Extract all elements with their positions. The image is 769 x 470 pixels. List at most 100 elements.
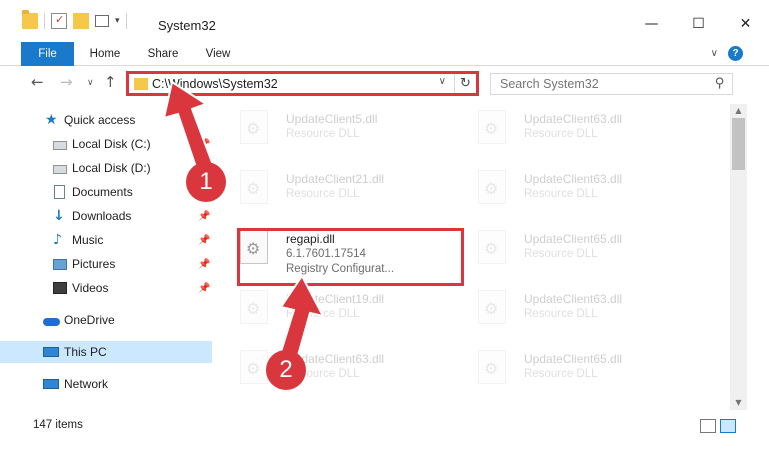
star-icon: ★ (45, 112, 58, 128)
ribbon: File Home Share View ∨ ? (0, 42, 769, 66)
sidebar-item-documents[interactable]: Documents 📌 (0, 181, 212, 203)
scroll-up-icon[interactable]: ▲ (730, 104, 747, 118)
sidebar-item-label: Music (72, 233, 104, 247)
sidebar-item-label: This PC (64, 345, 107, 359)
file-item[interactable]: UpdateClient63.dll Resource DLL (452, 164, 682, 224)
file-description: Resource DLL (524, 308, 598, 320)
file-item[interactable]: UpdateClient19.dll Resource DLL (214, 284, 444, 344)
sidebar-item-quick-access[interactable]: ★ Quick access (0, 109, 212, 131)
music-icon: ♪ (53, 232, 62, 248)
pin-icon[interactable]: 📌 (198, 259, 210, 270)
recent-locations-icon[interactable]: ∨ (87, 78, 94, 88)
sidebar-item-local-disk-c[interactable]: Local Disk (C:) 📌 (0, 133, 212, 155)
pin-icon[interactable]: 📌 (198, 235, 210, 246)
sidebar-item-onedrive[interactable]: OneDrive (0, 309, 212, 331)
sidebar-item-network[interactable]: Network (0, 373, 212, 395)
dll-file-icon (478, 350, 506, 384)
expand-ribbon-icon[interactable]: ∨ (711, 48, 718, 59)
sidebar-item-label: Network (64, 377, 109, 391)
downloads-icon: ↓ (53, 208, 65, 224)
file-highlight-box (237, 228, 464, 286)
forward-arrow-icon[interactable]: → (60, 73, 73, 91)
sidebar-item-pictures[interactable]: Pictures 📌 (0, 253, 212, 275)
step-badge-1: 1 (186, 162, 226, 202)
tab-file[interactable]: File (21, 42, 74, 66)
customize-toolbar-icon[interactable]: ▾ (115, 16, 120, 26)
dll-file-icon (478, 290, 506, 324)
file-description: Resource DLL (524, 248, 598, 260)
dll-file-icon (478, 230, 506, 264)
sidebar-item-label: Documents (72, 185, 133, 199)
file-name: UpdateClient65.dll (524, 352, 623, 366)
pin-icon[interactable]: 📌 (198, 139, 210, 150)
folder-icon (22, 10, 38, 29)
item-count: 147 items (33, 419, 83, 431)
file-name: UpdateClient63.dll (524, 292, 623, 306)
videos-icon (53, 282, 67, 294)
tab-view[interactable]: View (203, 42, 233, 66)
back-arrow-icon[interactable]: ← (31, 73, 44, 91)
refresh-icon[interactable]: ↻ (454, 74, 476, 93)
sidebar-item-local-disk-d[interactable]: Local Disk (D:) (0, 157, 212, 179)
pin-icon[interactable]: 📌 (198, 211, 210, 222)
sidebar-item-label: Quick access (64, 113, 136, 127)
maximize-button[interactable]: ☐ (675, 12, 722, 36)
minimize-button[interactable]: — (628, 12, 675, 36)
address-bar[interactable]: C:\Windows\System32 ∨ ↻ (126, 71, 479, 96)
file-name: UpdateClient63.dll (524, 172, 623, 186)
sidebar-item-label: Local Disk (C:) (72, 137, 151, 151)
sidebar-item-label: Videos (72, 281, 109, 295)
file-item[interactable]: UpdateClient5.dll Resource DLL (214, 104, 444, 164)
quick-access-toolbar: ▾ (22, 10, 127, 29)
dll-file-icon (240, 350, 268, 384)
sidebar-item-music[interactable]: ♪ Music 📌 (0, 229, 212, 251)
search-box[interactable]: Search System32 ⚲ (490, 73, 733, 95)
search-icon[interactable]: ⚲ (715, 76, 725, 91)
step-badge-2: 2 (266, 350, 306, 390)
close-button[interactable]: ✕ (722, 12, 769, 36)
scroll-down-icon[interactable]: ▼ (730, 396, 747, 410)
file-item[interactable]: UpdateClient63.dll Resource DLL (452, 284, 682, 344)
file-item[interactable]: UpdateClient63.dll Resource DLL (452, 104, 682, 164)
new-folder-icon[interactable] (73, 13, 89, 29)
up-arrow-icon[interactable]: ↑ (104, 73, 117, 91)
tab-home[interactable]: Home (88, 42, 122, 66)
address-dropdown-icon[interactable]: ∨ (439, 76, 446, 87)
sidebar-item-label: OneDrive (64, 313, 115, 327)
file-item[interactable]: UpdateClient65.dll Resource DLL (452, 344, 682, 404)
dll-file-icon (478, 110, 506, 144)
details-view-icon[interactable] (700, 419, 716, 433)
file-item[interactable]: UpdateClient63.dll Resource DLL (214, 344, 444, 404)
status-bar: 147 items (0, 416, 769, 438)
sidebar-item-this-pc[interactable]: This PC (0, 341, 212, 363)
vertical-scrollbar[interactable]: ▲ ▼ (730, 104, 747, 410)
file-description: Resource DLL (286, 308, 360, 320)
tab-share[interactable]: Share (146, 42, 180, 66)
view-icon[interactable] (95, 15, 109, 27)
scroll-thumb[interactable] (732, 118, 745, 170)
file-name: UpdateClient65.dll (524, 232, 623, 246)
help-icon[interactable]: ? (728, 46, 743, 61)
file-item[interactable]: UpdateClient65.dll Resource DLL (452, 224, 682, 284)
sidebar-item-label: Pictures (72, 257, 116, 271)
sidebar-item-videos[interactable]: Videos 📌 (0, 277, 212, 299)
folder-icon (134, 78, 148, 90)
pin-icon[interactable]: 📌 (198, 283, 210, 294)
dll-file-icon (240, 170, 268, 204)
toolbar-divider (44, 13, 45, 29)
address-path[interactable]: C:\Windows\System32 (152, 77, 278, 91)
file-name: UpdateClient21.dll (286, 172, 385, 186)
onedrive-icon (43, 318, 60, 326)
sidebar-item-downloads[interactable]: ↓ Downloads 📌 (0, 205, 212, 227)
window-controls: — ☐ ✕ (628, 12, 769, 36)
file-item[interactable]: UpdateClient21.dll Resource DLL (214, 164, 444, 224)
tiles-view-icon[interactable] (720, 419, 736, 433)
title-bar: ▾ System32 — ☐ ✕ (0, 0, 769, 38)
pictures-icon (53, 258, 67, 270)
file-description: Resource DLL (286, 128, 360, 140)
properties-icon[interactable] (51, 13, 67, 29)
search-input[interactable]: Search System32 (500, 77, 599, 91)
file-description: Resource DLL (524, 128, 598, 140)
view-toggles (700, 419, 736, 433)
sidebar-item-label: Downloads (72, 209, 132, 223)
